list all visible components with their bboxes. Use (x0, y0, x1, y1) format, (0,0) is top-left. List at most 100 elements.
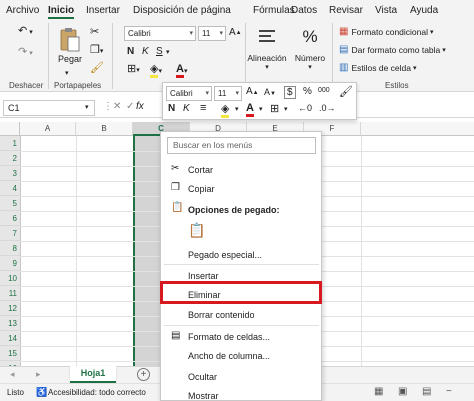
conditional-format-button[interactable]: ▦ Formato condicional ▾ (339, 27, 434, 38)
mini-center-align-icon[interactable]: ≡ (200, 102, 206, 114)
tab-ayuda[interactable]: Ayuda (410, 5, 438, 16)
mini-fill-dropdown[interactable]: ▾ (235, 105, 239, 113)
select-all-corner[interactable] (0, 122, 20, 136)
row-header-7[interactable]: 7 (0, 226, 20, 241)
borders-button[interactable]: ⊞ ▾ (127, 64, 140, 75)
mini-font-color-icon[interactable]: A (246, 102, 254, 117)
underline-button[interactable]: S (156, 46, 163, 57)
sheet-tab-hoja1[interactable]: Hoja1 (70, 366, 116, 383)
tab-revisar[interactable]: Revisar (329, 5, 363, 16)
fill-color-button[interactable]: ◈ ▾ (150, 64, 162, 78)
menu-search-input[interactable]: Buscar en los menús (167, 137, 316, 154)
row-header-10[interactable]: 10 (0, 271, 20, 286)
menu-item-format-cells[interactable]: Formato de celdas... (188, 332, 270, 342)
menu-item-copy[interactable]: Copiar (188, 184, 215, 194)
alignment-button[interactable]: Alineación ▾ (247, 27, 287, 71)
menu-item-unhide[interactable]: Mostrar (188, 391, 219, 401)
paste-button[interactable]: Pegar (57, 27, 83, 64)
tab-archivo[interactable]: Archivo (6, 5, 39, 16)
mini-italic-button[interactable]: K (183, 103, 190, 114)
mini-increase-decimal-icon[interactable]: ←0 (298, 103, 312, 113)
italic-button[interactable]: K (142, 46, 149, 57)
mini-grow-font-button[interactable]: A▲ (246, 86, 259, 97)
menu-item-delete[interactable]: Eliminar (188, 290, 221, 300)
menu-item-column-width[interactable]: Ancho de columna... (188, 351, 270, 361)
normal-view-icon[interactable]: ▦ (374, 386, 383, 397)
status-ready: Listo (7, 388, 24, 397)
row-header-8[interactable]: 8 (0, 241, 20, 256)
next-sheet-icon[interactable]: ▸ (36, 369, 41, 380)
name-box-dropdown[interactable]: ▾ (85, 103, 89, 111)
mini-percent-button[interactable]: % (303, 86, 312, 97)
row-header-9[interactable]: 9 (0, 256, 20, 271)
mini-font-name-combo[interactable]: Calibri ▾ (166, 86, 212, 101)
insert-function-button[interactable]: fx (136, 101, 144, 112)
font-color-button[interactable]: A ▾ (176, 64, 187, 78)
row-header-12[interactable]: 12 (0, 301, 20, 316)
zoom-out-icon[interactable]: − (446, 386, 452, 397)
column-header-blank (361, 122, 474, 136)
number-format-button[interactable]: % Número ▾ (292, 27, 328, 71)
menu-item-paste-special[interactable]: Pegado especial... (188, 250, 262, 260)
clipboard-group-label: Portapapeles (54, 81, 102, 90)
paste-dropdown-arrow[interactable]: ▾ (65, 69, 69, 77)
mini-currency-button[interactable]: $ (284, 86, 296, 99)
format-painter-button[interactable]: 🖌 (90, 63, 104, 74)
tab-inicio[interactable]: Inicio (48, 5, 74, 16)
underline-dropdown[interactable]: ▾ (166, 48, 170, 56)
redo-button[interactable]: ↷ ▾ (18, 47, 33, 58)
tab-datos[interactable]: Datos (291, 5, 317, 16)
accessibility-status[interactable]: Accesibilidad: todo correcto (48, 388, 146, 397)
menu-item-insert[interactable]: Insertar (188, 271, 219, 281)
undo-button[interactable]: ↶ ▾ (18, 26, 33, 37)
font-size-combo[interactable]: 11 ▾ (198, 26, 226, 41)
add-sheet-button[interactable]: + (137, 368, 150, 381)
copy-button[interactable]: ❐ ▾ (90, 45, 103, 56)
page-layout-icon[interactable]: ▣ (398, 386, 407, 397)
tab-vista[interactable]: Vista (375, 5, 397, 16)
row-header-2[interactable]: 2 (0, 151, 20, 166)
row-header-11[interactable]: 11 (0, 286, 20, 301)
mini-format-painter-icon[interactable]: 🖌 (339, 85, 353, 98)
name-box[interactable]: C1 (3, 100, 95, 116)
row-header-15[interactable]: 15 (0, 346, 20, 361)
cell-styles-button[interactable]: ▥ Estilos de celda ▾ (339, 63, 417, 74)
tab-insertar[interactable]: Insertar (86, 5, 120, 16)
font-name-combo[interactable]: Calibri ▾ (124, 26, 196, 41)
row-header-border (20, 136, 21, 368)
mini-font-size-combo[interactable]: 11 ▾ (214, 86, 242, 101)
enter-icon[interactable]: ✓ (126, 101, 134, 112)
cut-button[interactable]: ✂ (90, 27, 99, 38)
format-cells-icon: ▤ (171, 330, 181, 341)
mini-bold-button[interactable]: N (168, 103, 175, 114)
mini-decrease-decimal-icon[interactable]: .0→ (319, 103, 336, 113)
mini-thousands-button[interactable]: 000 (318, 87, 330, 94)
row-header-4[interactable]: 4 (0, 181, 20, 196)
mini-font-color-dropdown[interactable]: ▾ (259, 105, 263, 113)
mini-borders-dropdown[interactable]: ▾ (284, 105, 288, 113)
tab-formulas[interactable]: Fórmulas (253, 5, 295, 16)
menu-item-clear-contents[interactable]: Borrar contenido (188, 310, 255, 320)
bold-button[interactable]: N (127, 46, 134, 57)
mini-shrink-font-button[interactable]: A▼ (264, 87, 276, 97)
format-as-table-button[interactable]: ▤ Dar formato como tabla ▾ (339, 45, 446, 56)
menu-item-cut[interactable]: Cortar (188, 165, 213, 175)
row-header-1[interactable]: 1 (0, 136, 20, 151)
paste-option-icon[interactable]: 📋 (188, 222, 205, 239)
grow-font-button[interactable]: A ▲ (229, 27, 242, 38)
page-break-icon[interactable]: ▤ (422, 386, 431, 397)
tab-disposicion[interactable]: Disposición de página (133, 5, 231, 16)
chevron-down-icon: ▾ (219, 30, 223, 37)
mini-fill-color-icon[interactable]: ◈ (221, 102, 230, 118)
column-header-a[interactable]: A (20, 122, 76, 136)
menu-item-hide[interactable]: Ocultar (188, 372, 217, 382)
cancel-icon[interactable]: ✕ (113, 101, 121, 112)
prev-sheet-icon[interactable]: ◂ (10, 369, 15, 380)
row-header-3[interactable]: 3 (0, 166, 20, 181)
row-header-13[interactable]: 13 (0, 316, 20, 331)
row-header-6[interactable]: 6 (0, 211, 20, 226)
column-header-b[interactable]: B (76, 122, 133, 136)
row-header-14[interactable]: 14 (0, 331, 20, 346)
row-header-5[interactable]: 5 (0, 196, 20, 211)
mini-borders-icon[interactable]: ⊞ (270, 102, 279, 115)
